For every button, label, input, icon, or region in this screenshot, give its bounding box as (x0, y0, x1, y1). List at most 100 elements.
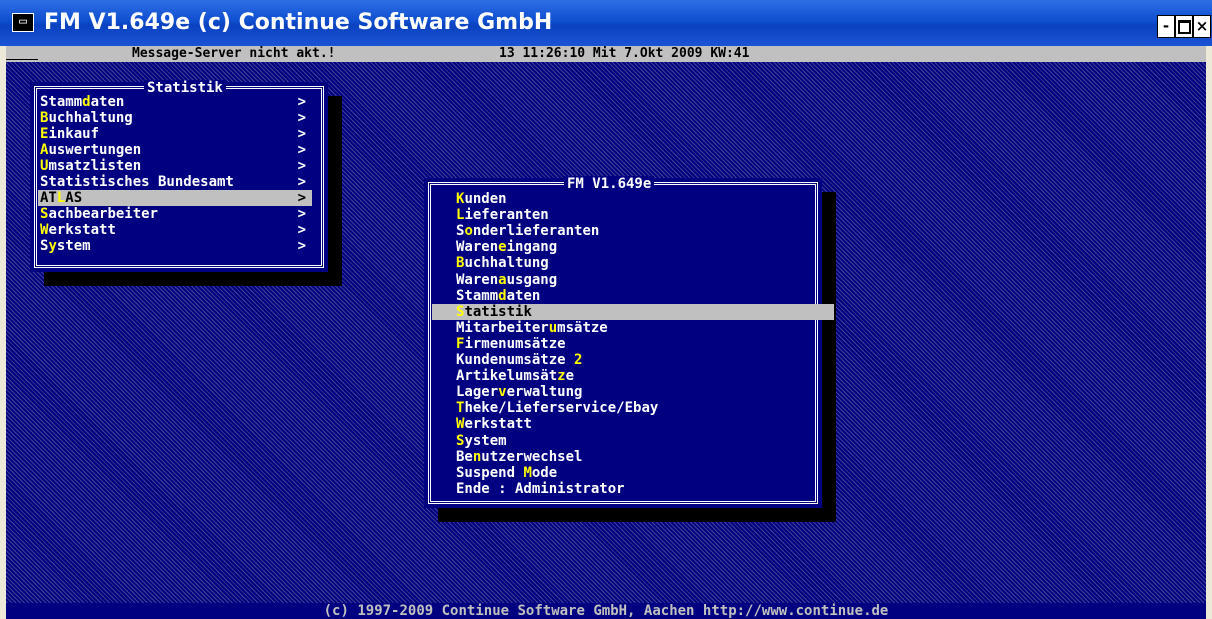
main-menu-item-label: ingang (506, 239, 558, 256)
statistik-menu-item-label: Statistisches Bundesamt (40, 174, 234, 190)
main-menu-item-hotkey: d (498, 287, 507, 304)
title-bar[interactable]: ▭ FM V1.649e (c) Continue Software GmbH … (0, 0, 1212, 46)
main-menu-item-label: Mitarbeiter (456, 319, 549, 336)
main-menu-item-hotkey: v (498, 384, 507, 401)
status-input-field (6, 46, 38, 60)
main-menu-item-label: erwaltung (506, 384, 583, 401)
statistik-menu-item-hotkey: y (48, 238, 57, 254)
statistik-menu-item[interactable]: Werkstatt > (38, 222, 312, 238)
main-menu-item[interactable]: Ende : Administrator (432, 481, 834, 497)
main-menu-item-label: usgang (506, 271, 558, 288)
main-menu-item-label: ode (531, 464, 558, 481)
main-menu-item-hotkey: o (464, 223, 473, 240)
main-menu-item-label: Be (456, 448, 473, 465)
main-menu-item[interactable]: Wareneingang (432, 239, 834, 255)
main-menu-item-label: erkstatt (464, 416, 532, 433)
statistik-menu-item[interactable]: Einkauf > (38, 126, 312, 142)
main-menu-item-label: Kundenumsätze (456, 352, 575, 368)
main-menu-item[interactable]: Suspend Mode (432, 465, 834, 481)
main-menu-item-label: tatistik (464, 303, 532, 320)
submenu-arrow-icon: > (297, 238, 306, 254)
main-menu-item-label: ieferanten (464, 207, 549, 224)
copyright-footer: (c) 1997-2009 Continue Software GmbH, Aa… (6, 603, 1206, 619)
main-menu-item-label: uchhaltung (464, 255, 549, 272)
main-menu-item[interactable]: Statistik (432, 303, 834, 320)
main-menu-item[interactable]: Werkstatt (432, 416, 834, 432)
main-menu: FM V1.649e Kunden Lieferanten Sonderliefer… (424, 176, 834, 508)
minimize-button[interactable]: - (1157, 15, 1175, 38)
close-button[interactable]: × (1193, 15, 1211, 38)
main-menu-item-label: nderlieferanten (472, 223, 600, 240)
statistik-menu-item-label: uswertungen (48, 142, 142, 158)
statistik-menu-item[interactable]: Umsatzlisten > (38, 158, 312, 174)
main-menu-item[interactable]: Theke/Lieferservice/Ebay (432, 400, 834, 416)
main-menu-item-label: utzerwechsel (481, 448, 583, 465)
main-menu-item-label: Suspend (456, 464, 524, 481)
status-bar: Message-Server nicht akt.! 13 11:26:10 M… (6, 46, 1206, 62)
main-menu-item-label: Artikelumsät (456, 368, 558, 385)
statistik-menu-item-label: AT (40, 190, 57, 206)
main-menu-item[interactable]: Lagerverwaltung (432, 384, 834, 400)
main-menu-item-label: e (565, 368, 575, 385)
main-menu-item[interactable]: Mitarbeiterumsätze (432, 320, 834, 336)
statistik-menu-item-label: stem (56, 238, 91, 254)
main-menu-item-label: unden (464, 191, 507, 207)
statistik-menu-item-label: erkstatt (48, 222, 116, 238)
main-menu-title: FM V1.649e (564, 176, 655, 192)
main-menu-item[interactable]: Firmenumsätze (432, 336, 834, 352)
main-menu-item[interactable]: Benutzerwechsel (432, 449, 834, 465)
main-menu-item-label: heke/Lieferservice/Ebay (464, 400, 659, 417)
main-menu-item[interactable]: System (432, 433, 834, 449)
main-menu-item[interactable]: Kunden (432, 191, 834, 207)
console-area: Message-Server nicht akt.! 13 11:26:10 M… (6, 46, 1206, 619)
main-menu-item-hotkey: e (498, 239, 507, 256)
statistik-menu-item-label: msatzlisten (48, 158, 142, 174)
app-icon[interactable]: ▭ (12, 13, 34, 32)
submenu-arrow-icon: > (297, 174, 306, 190)
submenu-arrow-icon: > (297, 126, 306, 142)
message-server-status: Message-Server nicht akt.! (132, 46, 336, 61)
main-menu-item-label: msätze (557, 319, 608, 336)
submenu-arrow-icon: > (297, 222, 306, 238)
statistik-menu-item-label: Stamm (40, 94, 83, 110)
statistik-menu-item-label: uchhaltung (48, 110, 133, 126)
main-menu-item-label: Waren (456, 239, 499, 256)
statistik-menu-item[interactable]: Stammdaten > (38, 94, 312, 110)
main-menu-item[interactable]: Kundenumsätze 2 (432, 352, 834, 368)
main-menu-item-hotkey: u (548, 319, 558, 336)
submenu-arrow-icon: > (297, 94, 306, 110)
statistik-menu-item-hotkey: d (82, 94, 91, 110)
maximize-icon (1177, 20, 1191, 34)
main-menu-item-label: Lager (456, 384, 499, 401)
statistik-menu-item[interactable]: Statistisches Bundesamt > (38, 174, 312, 190)
main-menu-item[interactable]: Warenausgang (432, 272, 834, 288)
main-menu-item[interactable]: Buchhaltung (432, 255, 834, 271)
statistik-menu-item-label: achbearbeiter (48, 206, 159, 222)
main-menu-item[interactable]: Sonderlieferanten (432, 223, 834, 239)
date-time: 13 11:26:10 Mit 7.Okt 2009 KW:41 (499, 46, 750, 61)
statistik-menu-item-label: inkauf (48, 126, 100, 142)
maximize-button[interactable] (1175, 15, 1193, 38)
main-menu-item-hotkey: M (523, 464, 532, 481)
statistik-menu-item[interactable]: Sachbearbeiter > (38, 206, 312, 222)
main-menu-item-label: Waren (456, 271, 499, 288)
main-menu-item-hotkey: z (557, 368, 566, 385)
submenu-arrow-icon: > (297, 206, 306, 222)
main-menu-item[interactable]: Artikelumsätze (432, 368, 834, 384)
main-menu-item-label: irmenumsätze (464, 335, 566, 352)
main-menu-item-label: ystem (464, 432, 507, 449)
statistik-menu-item-label: aten (90, 94, 125, 110)
main-menu-item-label: Ende : Administrator (456, 480, 625, 497)
statistik-menu-item[interactable]: ATLAS > (38, 190, 312, 206)
statistik-menu-item[interactable]: Buchhaltung > (38, 110, 312, 126)
statistik-menu-item[interactable]: System > (38, 238, 312, 254)
main-menu-item[interactable]: Lieferanten (432, 207, 834, 223)
submenu-arrow-icon: > (297, 190, 306, 206)
submenu-arrow-icon: > (297, 110, 306, 126)
submenu-arrow-icon: > (297, 142, 306, 158)
submenu-arrow-icon: > (297, 158, 306, 174)
statistik-menu-item[interactable]: Auswertungen > (38, 142, 312, 158)
statistik-menu: Statistik Stammdaten > Buchhaltung > Einkauf… (30, 80, 328, 272)
main-menu-item-label: aten (506, 287, 541, 304)
main-menu-item[interactable]: Stammdaten (432, 288, 834, 304)
